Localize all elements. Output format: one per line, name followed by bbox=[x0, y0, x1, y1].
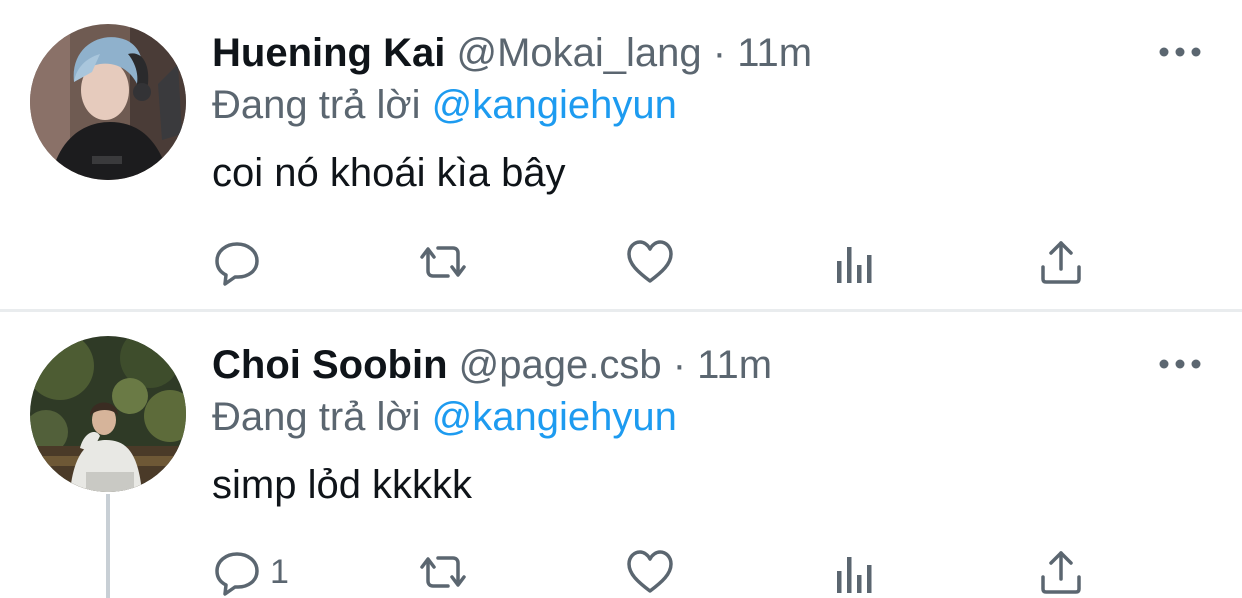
analytics-icon bbox=[834, 547, 878, 597]
mention-link[interactable]: @kangiehyun bbox=[432, 395, 677, 439]
user-handle[interactable]: @page.csb bbox=[459, 343, 662, 387]
more-icon[interactable] bbox=[1158, 354, 1202, 374]
action-bar: 1 bbox=[0, 542, 1242, 598]
timestamp[interactable]: 11m bbox=[697, 343, 772, 387]
avatar[interactable] bbox=[30, 24, 186, 180]
like-button[interactable] bbox=[624, 232, 676, 292]
like-icon bbox=[624, 547, 676, 597]
replying-to: Đang trả lời @kangiehyun bbox=[212, 80, 677, 130]
reply-button[interactable]: 1 bbox=[212, 542, 289, 598]
timestamp[interactable]: 11m bbox=[737, 31, 812, 75]
mention-link[interactable]: @kangiehyun bbox=[432, 83, 677, 127]
analytics-button[interactable] bbox=[834, 232, 878, 292]
more-icon[interactable] bbox=[1158, 42, 1202, 62]
share-icon bbox=[1038, 237, 1084, 287]
share-button[interactable] bbox=[1038, 542, 1084, 598]
retweet-icon bbox=[414, 237, 472, 287]
retweet-button[interactable] bbox=[414, 542, 472, 598]
tweet[interactable]: Choi Soobin @page.csb · 11m Đang trả lời… bbox=[0, 312, 1242, 598]
like-icon bbox=[624, 237, 676, 287]
like-button[interactable] bbox=[624, 542, 676, 598]
display-name[interactable]: Choi Soobin bbox=[212, 343, 448, 387]
tweet-text: coi nó khoái kìa bây bbox=[212, 151, 566, 195]
replying-to-label: Đang trả lời bbox=[212, 83, 421, 127]
tweet-header: Huening Kai @Mokai_lang · 11m bbox=[212, 28, 812, 78]
tweet-header: Choi Soobin @page.csb · 11m bbox=[212, 340, 772, 390]
reply-count: 1 bbox=[270, 553, 289, 591]
retweet-icon bbox=[414, 547, 472, 597]
separator-dot: · bbox=[712, 31, 727, 75]
share-button[interactable] bbox=[1038, 232, 1084, 292]
user-handle[interactable]: @Mokai_lang bbox=[456, 31, 701, 75]
avatar[interactable] bbox=[30, 336, 186, 492]
tweet-text: simp lỏd kkkkk bbox=[212, 463, 473, 507]
share-icon bbox=[1038, 547, 1084, 597]
action-bar bbox=[0, 232, 1242, 292]
analytics-icon bbox=[834, 237, 878, 287]
replying-to: Đang trả lời @kangiehyun bbox=[212, 392, 677, 442]
reply-icon bbox=[212, 237, 262, 287]
retweet-button[interactable] bbox=[414, 232, 472, 292]
reply-icon bbox=[212, 547, 262, 597]
replying-to-label: Đang trả lời bbox=[212, 395, 421, 439]
separator-dot: · bbox=[672, 343, 687, 387]
analytics-button[interactable] bbox=[834, 542, 878, 598]
tweet-feed: Huening Kai @Mokai_lang · 11m Đang trả l… bbox=[0, 0, 1242, 598]
reply-button[interactable] bbox=[212, 232, 270, 292]
tweet[interactable]: Huening Kai @Mokai_lang · 11m Đang trả l… bbox=[0, 0, 1242, 310]
display-name[interactable]: Huening Kai bbox=[212, 31, 445, 75]
